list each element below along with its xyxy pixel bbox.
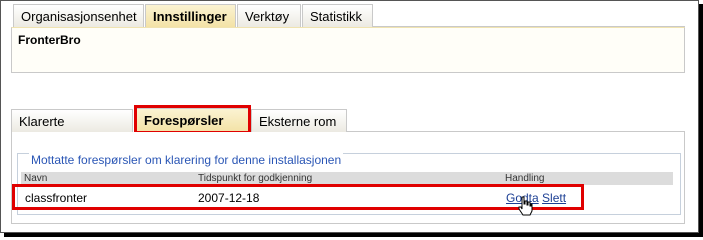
column-tidspunkt: Tidspunkt for godkjenning: [198, 173, 313, 184]
window-shadow-right: [699, 4, 703, 237]
window-shadow-bottom: [4, 233, 703, 237]
tab-innstillinger[interactable]: Innstillinger: [145, 4, 236, 27]
tab-organisasjonsenhet[interactable]: Organisasjonsenhet: [13, 4, 144, 27]
tab-statistikk[interactable]: Statistikk: [302, 4, 373, 27]
requests-legend: Mottatte forespørsler om klarering for d…: [29, 153, 344, 167]
tab-klarerte-bygninger[interactable]: Klarerte bygninger: [11, 109, 133, 152]
unit-name: FronterBro: [18, 33, 81, 47]
tab-verktoy[interactable]: Verktøy: [237, 4, 301, 27]
tab-eksterne-rom[interactable]: Eksterne rom: [251, 109, 347, 132]
hand-cursor-icon: [518, 196, 533, 216]
column-handling: Handling: [505, 173, 545, 184]
settings-panel: FronterBro: [11, 27, 685, 73]
highlight-row: [12, 184, 584, 210]
column-navn: Navn: [24, 173, 48, 184]
highlight-tab: [134, 105, 251, 134]
